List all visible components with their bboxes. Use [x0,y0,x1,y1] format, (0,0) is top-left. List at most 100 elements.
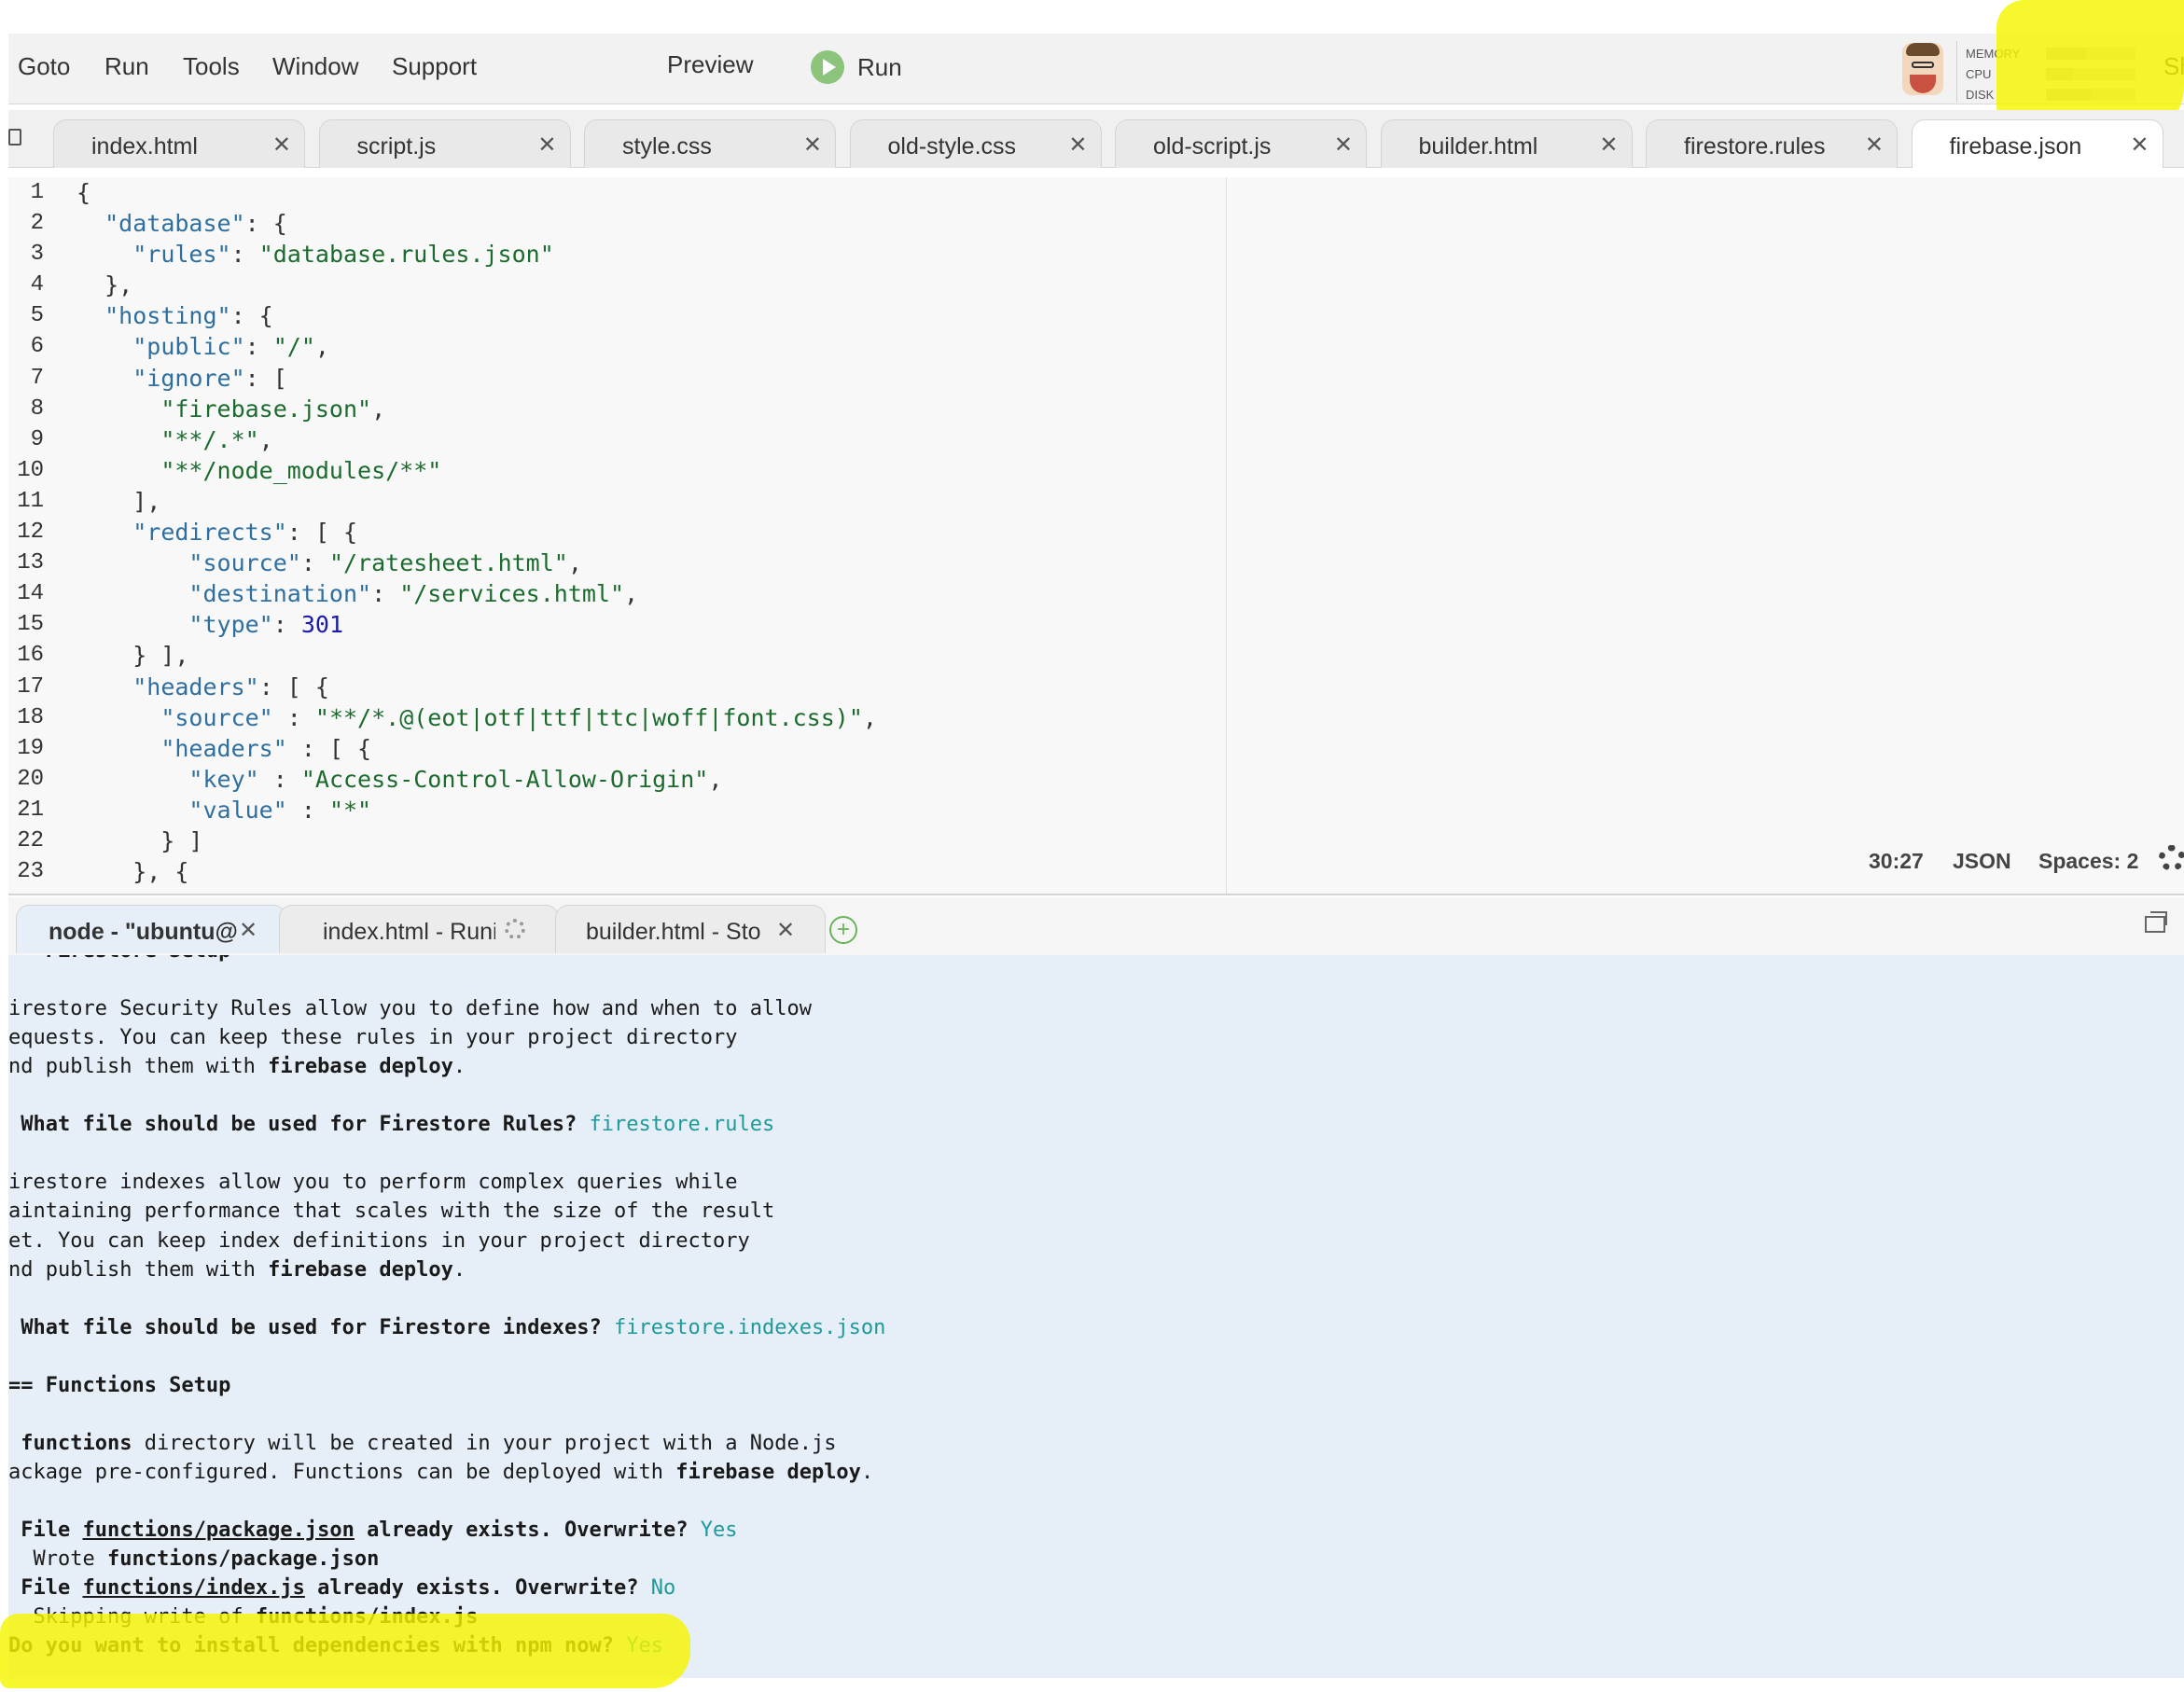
code-token: 301 [300,611,343,639]
line-number-gutter: 1 2 3 4 5 6 7 8 9 10 11 12 13 14 15 16 17 18 19 20 21 22 23 [8,177,66,894]
close-icon[interactable]: ✕ [776,917,795,944]
close-icon[interactable]: ✕ [537,132,556,159]
terminal-tab-builder[interactable]: builder.html - Sto ✕ [555,905,826,953]
preview-button[interactable]: Preview [667,50,753,79]
code-line[interactable]: "**/.*", [77,424,877,455]
editor-tab[interactable]: style.css ✕ [584,119,836,168]
prompt-answer: firestore.rules [589,1113,775,1137]
language-mode[interactable]: JSON [1953,849,2011,874]
code-line[interactable]: "ignore": [ [77,363,877,394]
code-editor[interactable]: 1 2 3 4 5 6 7 8 9 10 11 12 13 14 15 16 17 18 19 20 21 22 23 { … [8,177,2184,894]
code-line[interactable]: "headers": [ { [77,672,877,702]
terminal-text: . [452,1257,466,1282]
editor-tab[interactable]: old-script.js ✕ [1115,119,1367,168]
terminal-output[interactable]: -- Firestore Setup irestore Security Rule… [8,955,2184,1678]
code-token: "source" [188,549,301,577]
terminal-line: File functions/index.js already exists. … [8,1576,675,1600]
code-line[interactable]: "firebase.json", [77,394,877,424]
code-token: : [ [244,364,287,392]
code-token: , [708,765,723,793]
terminal-line: nd publish them with firebase deploy. [8,1258,466,1282]
close-icon[interactable]: ✕ [1068,132,1087,159]
code-token: : [ { [286,519,358,547]
panel-divider[interactable] [8,894,2184,895]
add-terminal-icon[interactable]: + [829,916,857,944]
terminal-tab-index[interactable]: index.html - Runi [279,905,559,953]
menu-goto[interactable]: Goto [18,52,70,81]
run-button[interactable]: Run [811,49,902,86]
code-line[interactable]: "redirects": [ { [77,517,877,548]
close-icon[interactable]: ✕ [1599,132,1618,159]
editor-tab[interactable]: firebase.json ✕ [1911,119,2163,168]
code-line[interactable]: "type": 301 [77,609,877,640]
editor-tab[interactable]: script.js ✕ [318,119,571,168]
terminal-line: == Functions Setup [8,1374,230,1397]
editor-tab-label: firebase.json [1949,133,2082,159]
code-line[interactable]: "value" : "*" [77,795,877,825]
code-token: "ignore" [132,364,245,392]
terminal-text: Wrote [8,1547,107,1572]
restore-panel-icon[interactable] [2145,911,2167,933]
close-icon[interactable]: ✕ [239,917,257,944]
line-number: 2 [30,211,44,237]
code-line[interactable]: "public": "/", [77,331,877,362]
terminal-tab-node[interactable]: node - "ubuntu@ ✕ [16,905,286,953]
close-icon[interactable]: ✕ [1334,132,1353,159]
code-line[interactable]: } ] [77,825,877,856]
code-line[interactable]: "database": { [77,208,877,239]
editor-tab[interactable]: old-style.css ✕ [849,119,1102,168]
code-line[interactable]: "rules": "database.rules.json" [77,239,877,270]
menu-support[interactable]: Support [392,52,477,81]
code-line[interactable]: } ], [77,640,877,671]
menu-tools[interactable]: Tools [183,52,240,81]
code-content[interactable]: { "database": { "rules": "database.rules… [77,177,877,887]
gear-icon[interactable] [2159,845,2184,871]
code-line[interactable]: "**/node_modules/**" [77,455,877,486]
code-line[interactable]: { [77,177,877,208]
editor-tab[interactable]: firestore.rules ✕ [1646,119,1898,168]
close-icon[interactable]: ✕ [803,132,822,159]
code-line[interactable]: "headers" : [ { [77,733,877,764]
line-number: 21 [17,797,44,823]
code-line[interactable]: ], [77,486,877,517]
terminal-line: ackage pre-configured. Functions can be … [8,1461,873,1484]
terminal-text: nd publish them with [8,1055,269,1079]
close-icon[interactable]: ✕ [1865,132,1884,159]
editor-tab[interactable]: index.html ✕ [53,119,305,168]
terminal-text: functions/index.js [82,1576,305,1601]
terminal-text: aintaining performance that scales with … [8,1200,775,1224]
file-list-icon[interactable] [8,129,21,146]
run-label: Run [857,52,902,81]
code-token: : [272,611,301,639]
menu-run[interactable]: Run [104,52,149,81]
print-margin [1226,177,1227,894]
avatar[interactable] [1902,43,1943,95]
editor-tab-label: index.html [91,133,198,159]
indent-setting[interactable]: Spaces: 2 [2038,849,2138,874]
close-icon[interactable]: ✕ [2130,132,2149,159]
code-token: "/services.html" [399,580,625,608]
code-line[interactable]: "key" : "Access-Control-Allow-Origin", [77,764,877,795]
terminal-text: . [860,1460,874,1484]
code-line[interactable]: "source": "/ratesheet.html", [77,548,877,578]
line-number: 9 [30,426,44,452]
cursor-position[interactable]: 30:27 [1869,849,1924,874]
code-line[interactable]: "hosting": { [77,300,877,331]
code-line[interactable]: }, { [77,856,877,887]
code-line[interactable]: }, [77,270,877,300]
editor-tab[interactable]: builder.html ✕ [1380,119,1633,168]
code-line[interactable]: "destination": "/services.html", [77,578,877,609]
code-line[interactable]: "source" : "**/*.@(eot|otf|ttf|ttc|woff|… [77,702,877,733]
code-token: : [230,241,259,269]
code-token: , [862,703,877,731]
line-number: 19 [17,735,44,761]
code-token: "key" [188,765,259,793]
editor-tab-label: firestore.rules [1684,133,1826,159]
close-icon[interactable]: ✕ [272,132,291,159]
line-number: 1 [30,180,44,205]
menu-window[interactable]: Window [272,52,358,81]
